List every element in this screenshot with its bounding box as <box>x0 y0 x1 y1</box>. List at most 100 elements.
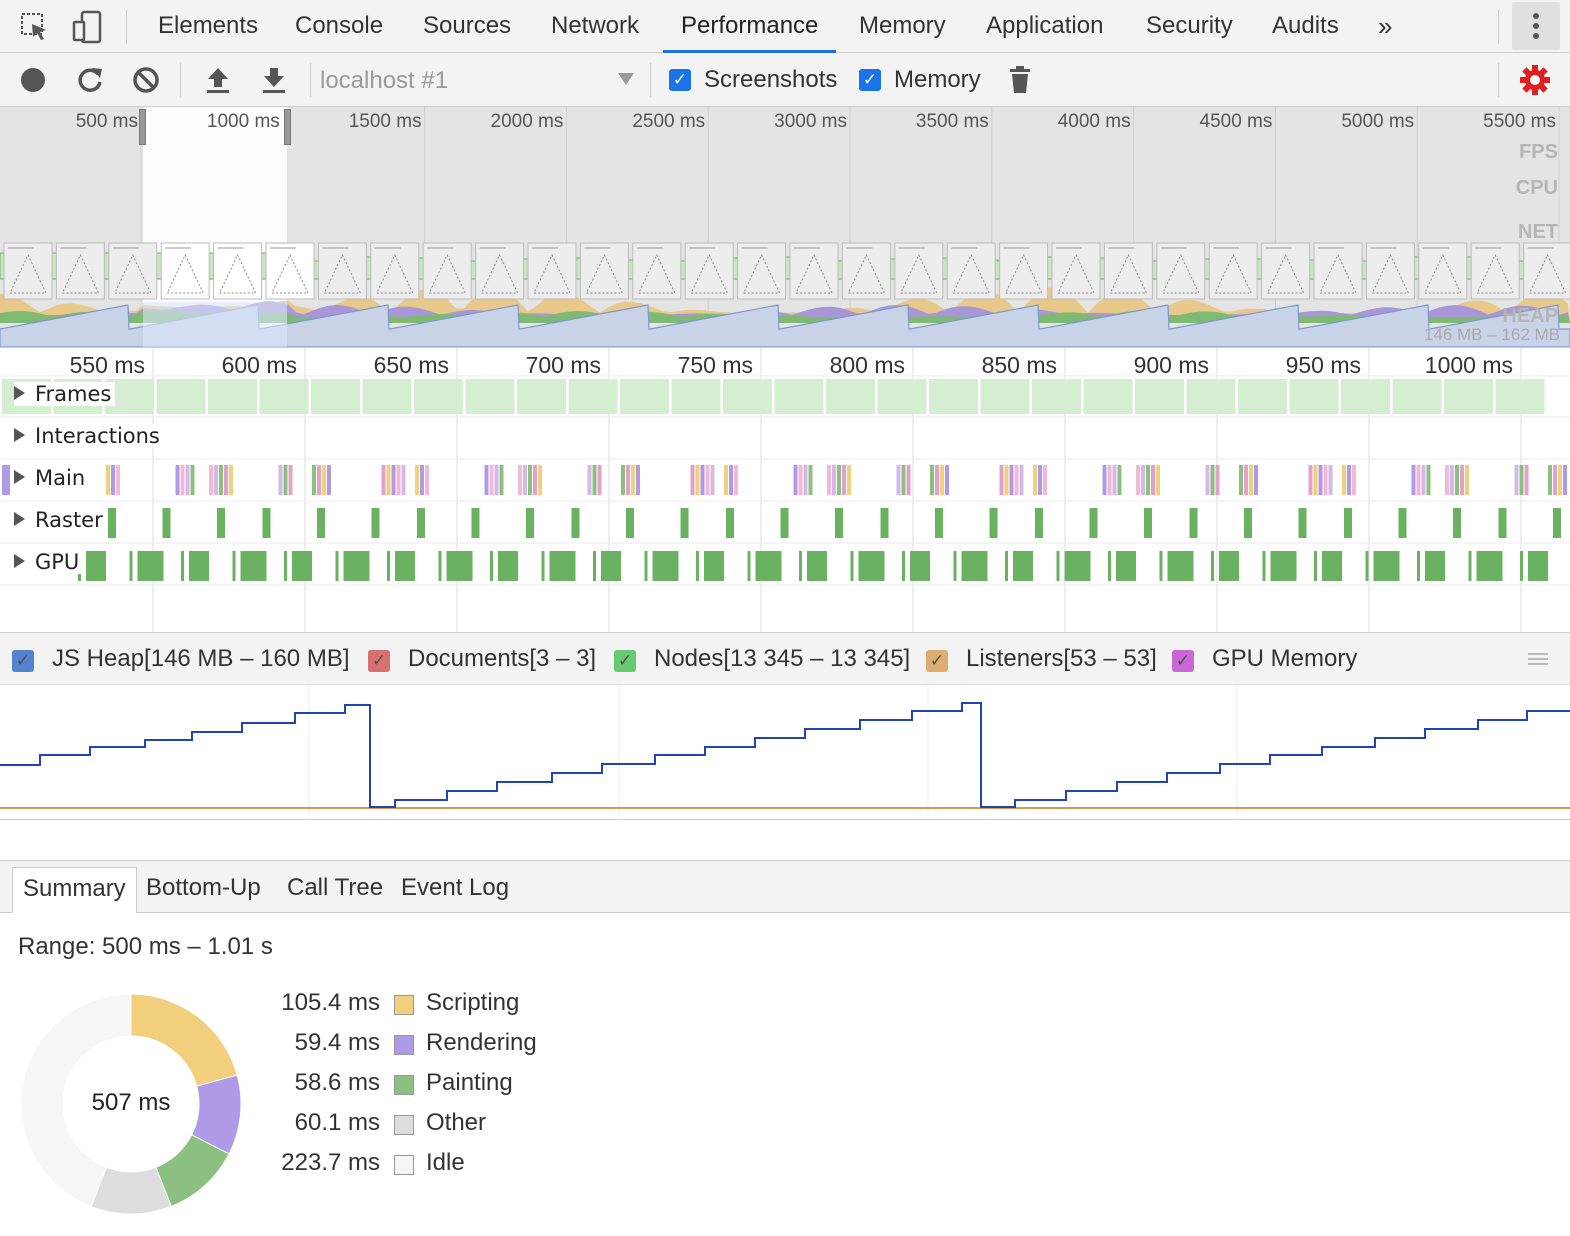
frame-block[interactable] <box>1289 379 1339 414</box>
screenshot-thumbnail[interactable] <box>946 242 996 300</box>
screenshot-thumbnail[interactable] <box>1365 242 1415 300</box>
frame-block[interactable] <box>362 379 412 414</box>
frame-block[interactable] <box>1495 379 1545 414</box>
frame-block[interactable] <box>1186 379 1236 414</box>
tab-sources[interactable]: Sources <box>423 0 511 53</box>
legend-value-scripting: 105.4 ms <box>281 989 380 1016</box>
screenshot-thumbnail[interactable] <box>1156 242 1206 300</box>
screenshot-thumbnail[interactable] <box>632 242 682 300</box>
screenshot-thumbnail[interactable] <box>894 242 944 300</box>
tab-performance[interactable]: Performance <box>663 0 837 53</box>
tab-console[interactable]: Console <box>295 0 383 53</box>
collect-garbage-icon[interactable] <box>1008 65 1032 95</box>
frame-block[interactable] <box>208 379 257 414</box>
screenshot-thumbnail[interactable] <box>527 242 577 300</box>
screenshot-thumbnail[interactable] <box>1261 242 1311 300</box>
selection-left-handle[interactable] <box>139 109 146 145</box>
frame-block[interactable] <box>1135 379 1184 414</box>
screenshot-thumbnail[interactable] <box>213 242 263 300</box>
device-toolbar-icon[interactable] <box>72 10 104 44</box>
frame-block[interactable] <box>465 379 515 414</box>
frame-block[interactable] <box>980 379 1030 414</box>
frame-block[interactable] <box>1392 379 1442 414</box>
frame-block[interactable] <box>568 379 618 414</box>
frame-block[interactable] <box>877 379 927 414</box>
frame-block[interactable] <box>259 379 309 414</box>
tab-call-tree[interactable]: Call Tree <box>277 867 393 914</box>
screenshot-thumbnail[interactable] <box>1313 242 1363 300</box>
load-profile-icon[interactable] <box>204 65 232 95</box>
tab-event-log[interactable]: Event Log <box>391 867 519 914</box>
screenshot-thumbnail[interactable] <box>1523 242 1570 300</box>
screenshot-thumbnail[interactable] <box>999 242 1049 300</box>
record-button[interactable] <box>20 67 46 93</box>
main-track-toggle[interactable]: Main <box>14 466 90 490</box>
tab-security[interactable]: Security <box>1146 0 1233 53</box>
screenshot-thumbnail[interactable] <box>684 242 734 300</box>
screenshot-thumbnail[interactable] <box>265 242 315 300</box>
tab-audits[interactable]: Audits <box>1272 0 1339 53</box>
screenshot-thumbnail[interactable] <box>422 242 472 300</box>
frame-block[interactable] <box>1238 379 1287 414</box>
screenshot-thumbnail[interactable] <box>1051 242 1101 300</box>
frame-block[interactable] <box>311 379 360 414</box>
capture-settings-gear-icon[interactable] <box>1518 63 1552 97</box>
frame-block[interactable] <box>723 379 772 414</box>
profile-select[interactable]: localhost #1 <box>312 61 640 99</box>
frame-block[interactable] <box>774 379 824 414</box>
counter-checkbox-1[interactable]: ✓ <box>368 650 390 672</box>
screenshot-thumbnail[interactable] <box>108 242 158 300</box>
resize-handle-icon[interactable] <box>1528 651 1548 667</box>
customize-menu-button[interactable] <box>1512 2 1560 50</box>
screenshot-thumbnail[interactable] <box>841 242 891 300</box>
selection-right-handle[interactable] <box>284 109 291 145</box>
tab-bottom-up[interactable]: Bottom-Up <box>136 867 271 914</box>
tab-application[interactable]: Application <box>986 0 1103 53</box>
frame-block[interactable] <box>156 379 206 414</box>
frame-block[interactable] <box>671 379 721 414</box>
raster-track-toggle[interactable]: Raster <box>14 508 107 532</box>
screenshot-thumbnail[interactable] <box>3 242 53 300</box>
tab-summary[interactable]: Summary <box>12 867 137 914</box>
tab-network[interactable]: Network <box>551 0 639 53</box>
memory-checkbox[interactable]: ✓ <box>859 69 881 91</box>
screenshot-thumbnail[interactable] <box>370 242 420 300</box>
tab-memory[interactable]: Memory <box>859 0 946 53</box>
inspect-element-icon[interactable] <box>20 12 50 42</box>
clear-icon[interactable] <box>132 66 160 94</box>
timeline-overview[interactable]: 500 ms 1000 ms 1500 ms 2000 ms 2500 ms 3000 m… <box>0 107 1570 347</box>
screenshot-thumbnail[interactable] <box>160 242 210 300</box>
screenshot-thumbnail[interactable] <box>579 242 629 300</box>
screenshot-thumbnail[interactable] <box>789 242 839 300</box>
frame-block[interactable] <box>1444 379 1493 414</box>
screenshot-thumbnail[interactable] <box>317 242 367 300</box>
screenshot-thumbnail[interactable] <box>737 242 787 300</box>
counter-checkbox-0[interactable]: ✓ <box>12 650 34 672</box>
save-profile-icon[interactable] <box>260 65 288 95</box>
counter-checkbox-3[interactable]: ✓ <box>926 650 948 672</box>
interactions-track-toggle[interactable]: Interactions <box>14 424 164 448</box>
frames-track-toggle[interactable]: Frames <box>14 382 116 406</box>
frame-block[interactable] <box>1083 379 1133 414</box>
more-tabs-button[interactable]: » <box>1378 0 1392 53</box>
frame-block[interactable] <box>620 379 669 414</box>
reload-record-button[interactable] <box>76 66 104 94</box>
frame-block[interactable] <box>517 379 566 414</box>
screenshot-thumbnail[interactable] <box>1418 242 1468 300</box>
screenshot-thumbnail[interactable] <box>1208 242 1258 300</box>
frame-block[interactable] <box>1032 379 1081 414</box>
screenshot-thumbnail[interactable] <box>1103 242 1153 300</box>
screenshot-thumbnail[interactable] <box>55 242 105 300</box>
screenshot-thumbnail[interactable] <box>1470 242 1520 300</box>
tab-elements[interactable]: Elements <box>158 0 258 53</box>
counter-checkbox-2[interactable]: ✓ <box>614 650 636 672</box>
flame-chart[interactable]: 550 ms 600 ms 650 ms 700 ms 750 ms 800 ms 850 … <box>0 347 1570 632</box>
frame-block[interactable] <box>414 379 463 414</box>
counter-checkbox-4[interactable]: ✓ <box>1172 650 1194 672</box>
screenshot-thumbnail[interactable] <box>475 242 525 300</box>
frame-block[interactable] <box>929 379 978 414</box>
screenshots-checkbox[interactable]: ✓ <box>669 69 691 91</box>
frame-block[interactable] <box>826 379 875 414</box>
gpu-track-toggle[interactable]: GPU <box>14 550 84 574</box>
frame-block[interactable] <box>1341 379 1390 414</box>
